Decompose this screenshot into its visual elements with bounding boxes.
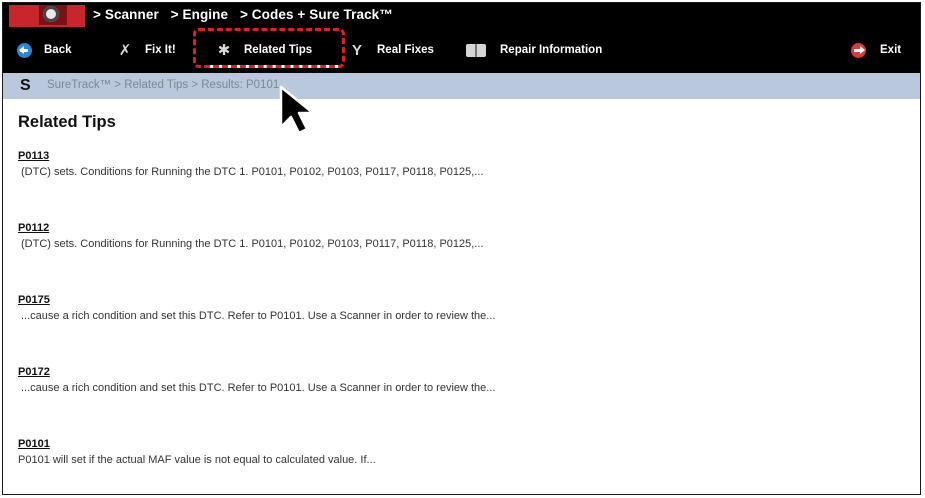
tip-item: P0113 (DTC) sets. Conditions for Running…	[18, 150, 483, 178]
tip-code-link[interactable]: P0172	[18, 366, 495, 378]
tip-code-link[interactable]: P0101	[18, 438, 376, 450]
tip-item: P0175 ...cause a rich condition and set …	[18, 294, 495, 322]
breadcrumb-scanner[interactable]: > Scanner	[93, 7, 159, 22]
fixit-button[interactable]: ✗ Fix It!	[117, 39, 176, 61]
tip-code-link[interactable]: P0113	[18, 150, 483, 162]
book-icon	[466, 43, 486, 57]
repair-information-button[interactable]: Repair Information	[466, 39, 602, 61]
tip-item: P0172 ...cause a rich condition and set …	[18, 366, 495, 394]
tip-snippet: (DTC) sets. Conditions for Running the D…	[21, 238, 484, 250]
tip-code-link[interactable]: P0175	[18, 294, 495, 306]
path-bar: S SureTrack™ > Related Tips > Results: P…	[3, 73, 920, 99]
mouse-pointer-icon	[279, 85, 315, 135]
path-breadcrumb: SureTrack™ > Related Tips > Results: P01…	[47, 79, 280, 91]
fixit-label: Fix It!	[145, 44, 176, 56]
real-fixes-label: Real Fixes	[377, 44, 434, 56]
tip-snippet: (DTC) sets. Conditions for Running the D…	[21, 166, 484, 178]
page-title: Related Tips	[18, 113, 116, 131]
tip-snippet: ...cause a rich condition and set this D…	[21, 382, 496, 394]
tip-item: P0112 (DTC) sets. Conditions for Running…	[18, 222, 483, 250]
real-fixes-button[interactable]: Y Real Fixes	[349, 39, 434, 61]
app-window: > Scanner > Engine > Codes + Sure Track™…	[2, 2, 921, 495]
suretrack-logo-icon: S	[20, 77, 31, 94]
tip-snippet: ...cause a rich condition and set this D…	[21, 310, 496, 322]
breadcrumb: > Scanner > Engine > Codes + Sure Track™	[93, 7, 401, 22]
app-logo	[9, 5, 85, 27]
tip-item: P0101 P0101 will set if the actual MAF v…	[18, 438, 376, 466]
back-arrow-icon	[17, 42, 32, 58]
exit-label: Exit	[880, 44, 902, 56]
spanner-icon: Y	[351, 41, 362, 59]
callout-highlight-box	[193, 28, 345, 68]
toolbar: Back ✗ Fix It! ✱ Related Tips Y Real Fix…	[3, 27, 920, 73]
breadcrumb-codes-suretrack[interactable]: > Codes + Sure Track™	[240, 7, 393, 22]
repair-information-label: Repair Information	[500, 44, 603, 56]
tip-code-link[interactable]: P0112	[18, 222, 483, 234]
tip-snippet: P0101 will set if the actual MAF value i…	[18, 454, 376, 466]
exit-arrow-icon	[851, 42, 866, 58]
back-button[interactable]: Back	[17, 39, 72, 61]
title-bar: > Scanner > Engine > Codes + Sure Track™	[3, 3, 920, 27]
back-label: Back	[44, 44, 72, 56]
breadcrumb-engine[interactable]: > Engine	[171, 7, 228, 22]
exit-button[interactable]: Exit	[851, 39, 901, 61]
logo-mark-icon	[43, 6, 59, 22]
wrench-icon: ✗	[118, 42, 132, 59]
